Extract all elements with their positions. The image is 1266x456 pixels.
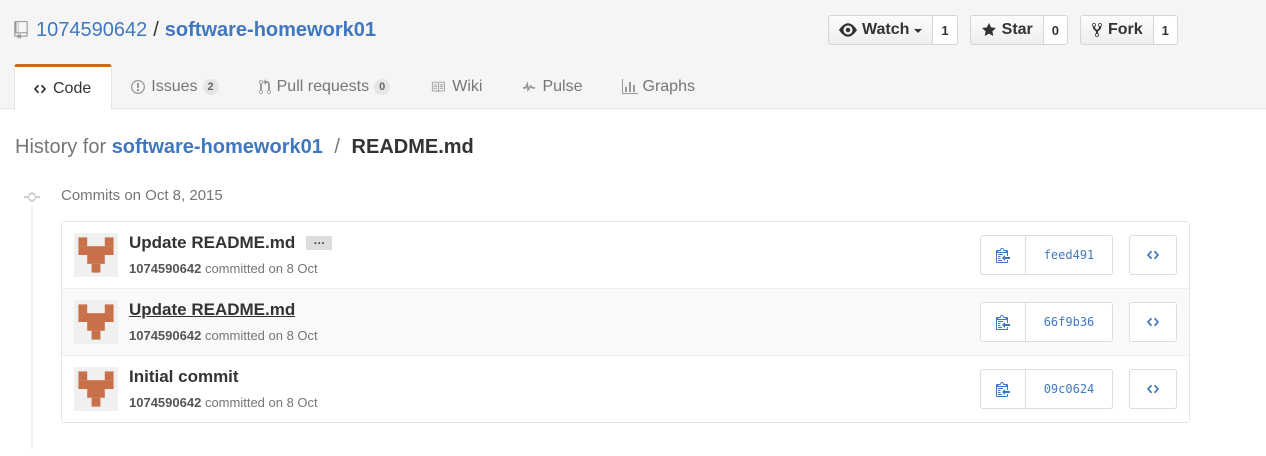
repo-nav-tabs: Code Issues 2 Pull requests 0 Wiki Pulse… [14, 64, 716, 110]
clipboard-icon [996, 248, 1010, 263]
star-count[interactable]: 0 [1043, 15, 1068, 45]
identicon-avatar [74, 300, 118, 344]
repo-header: 1074590642 / software-homework01 Watch 1… [0, 0, 1266, 110]
commit-row: Update README.md … 1074590642 committed … [62, 222, 1189, 288]
commit-author[interactable]: 1074590642 [129, 261, 201, 276]
issue-icon [131, 80, 146, 94]
tab-pull-requests-label: Pull requests [276, 78, 370, 95]
commit-sha-link[interactable]: feed491 [1026, 235, 1113, 275]
commit-timeline-icon [24, 192, 40, 202]
code-icon [1146, 384, 1160, 394]
clipboard-icon [996, 315, 1010, 330]
star-button[interactable]: Star [969, 15, 1044, 45]
watch-group: Watch 1 [828, 15, 958, 45]
commit-sha-link[interactable]: 66f9b36 [1026, 302, 1113, 342]
commits-date-heading: Commits on Oct 8, 2015 [61, 187, 223, 204]
fork-count[interactable]: 1 [1153, 15, 1178, 45]
commit-row: Initial commit 1074590642 committed on 8… [62, 355, 1189, 422]
repo-icon [14, 21, 28, 39]
commit-time: committed on 8 Oct [204, 261, 318, 276]
expand-message-button[interactable]: … [306, 234, 333, 250]
history-prefix: History for [15, 136, 107, 158]
repo-name-link[interactable]: software-homework01 [165, 17, 376, 43]
code-icon [1146, 317, 1160, 327]
clipboard-icon [996, 382, 1010, 397]
pull-requests-count-badge: 0 [374, 79, 391, 95]
commit-meta: 1074590642 committed on 8 Oct [129, 261, 318, 276]
graph-icon [621, 79, 638, 94]
eye-icon [839, 23, 857, 37]
commit-time: committed on 8 Oct [204, 395, 318, 410]
issues-count-badge: 2 [202, 79, 219, 95]
sha-group: 66f9b36 [980, 302, 1113, 342]
commit-list: Update README.md … 1074590642 committed … [61, 221, 1190, 423]
commit-author[interactable]: 1074590642 [129, 328, 201, 343]
fork-label: Fork [1108, 21, 1143, 38]
fork-icon [1092, 22, 1102, 38]
commit-meta: 1074590642 committed on 8 Oct [129, 395, 318, 410]
commit-meta: 1074590642 committed on 8 Oct [129, 328, 318, 343]
commit-message: Initial commit [129, 367, 239, 387]
chevron-down-icon [914, 29, 923, 33]
history-file-name: README.md [351, 136, 474, 158]
repo-owner-link[interactable]: 1074590642 [36, 17, 147, 43]
repo-separator: / [153, 19, 159, 41]
copy-sha-button[interactable] [980, 369, 1026, 409]
commit-row: Update README.md 1074590642 committed on… [62, 288, 1189, 355]
code-icon [1146, 250, 1160, 260]
identicon-avatar [74, 233, 118, 277]
sha-group: 09c0624 [980, 369, 1113, 409]
timeline-line [31, 205, 33, 450]
tab-graphs-label: Graphs [642, 78, 695, 95]
commit-sha-link[interactable]: 09c0624 [1026, 369, 1113, 409]
avatar[interactable] [74, 367, 118, 411]
history-separator: / [334, 136, 340, 158]
commit-author[interactable]: 1074590642 [129, 395, 201, 410]
watch-count[interactable]: 1 [933, 15, 958, 45]
star-icon [981, 23, 996, 36]
tab-code-label: Code [53, 79, 92, 97]
repo-title: 1074590642 / software-homework01 [14, 17, 376, 43]
browse-code-button[interactable] [1129, 369, 1177, 409]
tab-pull-requests[interactable]: Pull requests 0 [240, 64, 412, 109]
commit-message-link[interactable]: Update README.md [129, 300, 295, 320]
watch-button[interactable]: Watch [828, 15, 934, 45]
tab-code[interactable]: Code [14, 64, 113, 110]
commit-message: Update README.md [129, 300, 295, 320]
identicon-avatar [74, 367, 118, 411]
code-icon [33, 84, 47, 93]
tab-graphs[interactable]: Graphs [604, 64, 716, 109]
fork-button[interactable]: Fork [1080, 15, 1154, 45]
browse-code-button[interactable] [1129, 302, 1177, 342]
commit-message-link[interactable]: Update README.md [129, 233, 295, 253]
commit-message-link[interactable]: Initial commit [129, 367, 239, 387]
avatar[interactable] [74, 300, 118, 344]
commit-message: Update README.md … [129, 233, 333, 253]
tab-wiki[interactable]: Wiki [411, 64, 503, 109]
commit-time: committed on 8 Oct [204, 328, 318, 343]
fork-group: Fork 1 [1080, 15, 1178, 45]
star-label: Star [1001, 21, 1033, 38]
avatar[interactable] [74, 233, 118, 277]
history-repo-link[interactable]: software-homework01 [112, 136, 323, 158]
tab-issues[interactable]: Issues 2 [112, 64, 239, 109]
tab-pulse[interactable]: Pulse [503, 64, 603, 109]
copy-sha-button[interactable] [980, 302, 1026, 342]
star-group: Star 0 [969, 15, 1068, 45]
tab-issues-label: Issues [151, 78, 198, 95]
watch-label: Watch [862, 21, 910, 38]
browse-code-button[interactable] [1129, 235, 1177, 275]
book-icon [432, 81, 446, 93]
sha-group: feed491 [980, 235, 1113, 275]
tab-pulse-label: Pulse [542, 78, 583, 95]
page-title: History for software-homework01 / README… [15, 134, 474, 160]
pull-request-icon [258, 79, 271, 95]
tab-wiki-label: Wiki [452, 78, 483, 95]
copy-sha-button[interactable] [980, 235, 1026, 275]
repo-actions: Watch 1 Star 0 Fork 1 [828, 15, 1190, 45]
pulse-icon [523, 81, 536, 92]
